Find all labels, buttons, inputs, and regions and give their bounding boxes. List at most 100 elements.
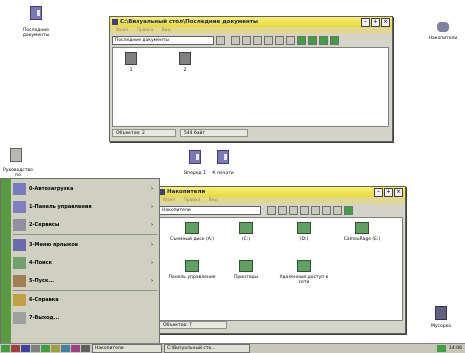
- trash-icon: [435, 306, 447, 320]
- start-menu-item-label: 6-Справка: [29, 297, 59, 303]
- start-menu-item[interactable]: 4-Поиск ›: [13, 255, 157, 271]
- start-menu-item[interactable]: 7-Выход...: [13, 310, 157, 326]
- quick-launch-icon[interactable]: [81, 345, 90, 352]
- status-objects: Объектов: 2: [112, 129, 176, 137]
- view-large-icons-button[interactable]: [344, 206, 353, 215]
- drive-item[interactable]: Принтеры: [220, 260, 272, 280]
- task-label: C:\Визуальный сто...: [167, 346, 216, 351]
- cut-button[interactable]: [278, 206, 287, 215]
- start-menu-item[interactable]: 3-Меню ярлыков ›: [13, 237, 157, 253]
- desktop-icon-label: Последние документы: [22, 28, 50, 38]
- minimize-button[interactable]: –: [361, 17, 370, 27]
- program-group-icon: [13, 201, 26, 213]
- start-menu-item[interactable]: 0-Автозагрузка ›: [13, 181, 157, 197]
- view-list-button[interactable]: [319, 36, 328, 45]
- program-group-icon: [13, 275, 26, 287]
- drive-item[interactable]: (C:): [220, 222, 272, 242]
- drive-item[interactable]: Удаленный доступ к сети: [278, 260, 330, 285]
- file-list-pane[interactable]: 1 2: [112, 47, 389, 127]
- quick-launch-icon[interactable]: [61, 345, 70, 352]
- drive-item-label: (D:): [299, 237, 309, 242]
- file-item-label: 1: [129, 68, 133, 73]
- address-combo[interactable]: Накопители: [159, 206, 261, 215]
- toolbar: Последние документы: [110, 34, 392, 47]
- drive-item[interactable]: (D:): [278, 222, 330, 242]
- view-small-icons-button[interactable]: [308, 36, 317, 45]
- window-titlebar[interactable]: Накопители – + ×: [157, 187, 405, 197]
- minimize-button[interactable]: –: [374, 187, 383, 197]
- submenu-arrow-icon: ›: [150, 204, 153, 210]
- desktop-icon-recent-docs[interactable]: Последние документы: [20, 6, 52, 38]
- file-item[interactable]: 2: [175, 52, 195, 73]
- quick-launch-icon[interactable]: [41, 345, 50, 352]
- quick-launch-icon[interactable]: [11, 345, 20, 352]
- copy-button[interactable]: [242, 36, 251, 45]
- drive-item[interactable]: Панель управления: [166, 260, 218, 280]
- printers-icon: [239, 260, 253, 272]
- delete-button[interactable]: [275, 36, 284, 45]
- up-folder-button[interactable]: [267, 206, 276, 215]
- start-menu-item[interactable]: 1-Панель управления ›: [13, 199, 157, 215]
- quick-launch-icon[interactable]: [71, 345, 80, 352]
- hard-drive-icon: [239, 222, 253, 234]
- status-objects-text: Объектов: 7: [163, 322, 192, 328]
- program-group-icon: [13, 219, 26, 231]
- drive-item-label: CamouRage (E:): [343, 237, 381, 242]
- desktop-icon-drives[interactable]: Накопители: [424, 22, 462, 41]
- properties-button[interactable]: [286, 36, 295, 45]
- desktop-icon-trash[interactable]: Мусорка: [426, 306, 456, 329]
- submenu-arrow-icon: ›: [150, 186, 153, 192]
- cut-button[interactable]: [231, 36, 240, 45]
- task-label: Накопители: [95, 346, 124, 351]
- up-folder-button[interactable]: [216, 36, 225, 45]
- quick-launch-icon[interactable]: [51, 345, 60, 352]
- menu-separator: [13, 234, 157, 235]
- menu-view[interactable]: Вид: [162, 28, 171, 33]
- shortcut-file-icon: [179, 52, 191, 65]
- start-menu-item-label: 5-Пуск...: [29, 278, 55, 284]
- drives-icon: [437, 22, 449, 32]
- maximize-button[interactable]: +: [384, 187, 393, 197]
- desktop-icon-label: Мусорка: [430, 324, 452, 329]
- start-menu-item[interactable]: 6-Справка: [13, 292, 157, 308]
- copy-button[interactable]: [289, 206, 298, 215]
- view-large-icons-button[interactable]: [297, 36, 306, 45]
- file-item[interactable]: 1: [121, 52, 141, 73]
- paste-button[interactable]: [253, 36, 262, 45]
- document-folder-icon: [30, 6, 42, 20]
- maximize-button[interactable]: +: [371, 17, 380, 27]
- document-icon: [189, 150, 201, 164]
- undo-button[interactable]: [311, 206, 320, 215]
- view-details-button[interactable]: [330, 36, 339, 45]
- menu-file[interactable]: Файл: [163, 198, 175, 203]
- menu-edit[interactable]: Правка: [183, 198, 200, 203]
- start-menu-item[interactable]: 2-Сервисы ›: [13, 217, 157, 233]
- desktop-icon-back[interactable]: Вперед 1: [182, 150, 208, 176]
- properties-button[interactable]: [333, 206, 342, 215]
- drive-item[interactable]: Съемный диск (A:): [166, 222, 218, 242]
- delete-button[interactable]: [322, 206, 331, 215]
- quick-launch-icon[interactable]: [31, 345, 40, 352]
- status-objects: Объектов: 7: [159, 321, 227, 329]
- menu-file[interactable]: Файл: [116, 28, 128, 33]
- drive-item[interactable]: CamouRage (E:): [336, 222, 388, 242]
- desktop-icon-notes[interactable]: К печати: [210, 150, 236, 176]
- address-combo-value: Последние документы: [115, 38, 169, 43]
- drives-pane[interactable]: Съемный диск (A:) (C:) (D:) CamouRage (E:) П…: [159, 217, 403, 321]
- close-button[interactable]: ×: [394, 187, 403, 197]
- paste-button[interactable]: [300, 206, 309, 215]
- recent-docs-window: C:\Визуальный стол\Последние документы –…: [109, 16, 393, 142]
- undo-button[interactable]: [264, 36, 273, 45]
- start-button[interactable]: [1, 345, 10, 352]
- menu-edit[interactable]: Правка: [136, 28, 153, 33]
- start-menu-item[interactable]: 5-Пуск... ›: [13, 273, 157, 289]
- quick-launch-icon[interactable]: [21, 345, 30, 352]
- window-titlebar[interactable]: C:\Визуальный стол\Последние документы –…: [110, 17, 392, 27]
- close-button[interactable]: ×: [381, 17, 390, 27]
- menu-view[interactable]: Вид: [209, 198, 218, 203]
- submenu-arrow-icon: ›: [150, 278, 153, 284]
- address-combo[interactable]: Последние документы: [112, 36, 214, 45]
- status-size-text: 544 байт: [184, 130, 206, 136]
- desktop-icon-guide[interactable]: Руководство по: [0, 148, 36, 178]
- tray-icon[interactable]: [437, 345, 447, 352]
